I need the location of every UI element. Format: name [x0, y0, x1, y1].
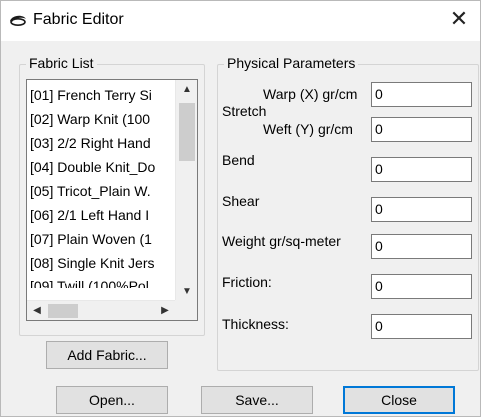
- shear-input[interactable]: 0: [371, 197, 472, 222]
- bend-label: Bend: [222, 152, 255, 168]
- vertical-scrollbar[interactable]: ▲ ▼: [175, 80, 197, 302]
- warp-label: Warp (X) gr/cm: [263, 86, 358, 102]
- weft-input[interactable]: 0: [371, 117, 472, 142]
- scrollbar-corner: [175, 300, 197, 320]
- list-item[interactable]: [01] French Terry Si: [27, 83, 175, 107]
- list-item[interactable]: [07] Plain Woven (1: [27, 227, 175, 251]
- thickness-label: Thickness:: [222, 316, 289, 332]
- list-item[interactable]: [09] Twill (100%Pol: [27, 275, 175, 288]
- stretch-label: Stretch: [222, 103, 267, 119]
- thickness-input[interactable]: 0: [371, 314, 472, 339]
- list-item[interactable]: [08] Single Knit Jers: [27, 251, 175, 275]
- shear-label: Shear: [222, 193, 260, 209]
- weight-label: Weight gr/sq-meter: [222, 233, 341, 249]
- open-button[interactable]: Open...: [56, 386, 168, 414]
- list-item[interactable]: [03] 2/2 Right Hand: [27, 131, 175, 155]
- vertical-scroll-thumb[interactable]: [179, 103, 195, 161]
- fabric-app-icon: [10, 15, 26, 26]
- list-item[interactable]: [05] Tricot_Plain W.: [27, 179, 175, 203]
- fabric-editor-dialog: Fabric Editor ✕ Fabric List [01] French …: [0, 0, 481, 417]
- warp-input[interactable]: 0: [371, 82, 472, 107]
- list-item[interactable]: [06] 2/1 Left Hand I: [27, 203, 175, 227]
- fabric-list-items: [01] French Terry Si [02] Warp Knit (100…: [27, 80, 175, 302]
- friction-input[interactable]: 0: [371, 274, 472, 299]
- scroll-down-icon[interactable]: ▼: [176, 282, 198, 302]
- weight-input[interactable]: 0: [371, 234, 472, 259]
- scroll-right-icon[interactable]: ▶: [155, 301, 175, 321]
- list-item[interactable]: [02] Warp Knit (100: [27, 107, 175, 131]
- scroll-up-icon[interactable]: ▲: [176, 80, 198, 100]
- title-bar[interactable]: Fabric Editor ✕: [1, 1, 480, 41]
- horizontal-scroll-thumb[interactable]: [48, 304, 78, 318]
- friction-label: Friction:: [222, 274, 272, 290]
- bend-input[interactable]: 0: [371, 157, 472, 182]
- scroll-left-icon[interactable]: ◀: [27, 301, 47, 321]
- list-item[interactable]: [04] Double Knit_Do: [27, 155, 175, 179]
- physical-parameters-legend: Physical Parameters: [224, 55, 359, 71]
- weft-label: Weft (Y) gr/cm: [263, 121, 353, 137]
- save-button[interactable]: Save...: [201, 386, 313, 414]
- window-title: Fabric Editor: [33, 11, 124, 28]
- fabric-listbox[interactable]: [01] French Terry Si [02] Warp Knit (100…: [26, 79, 198, 321]
- close-button[interactable]: Close: [343, 386, 455, 414]
- close-window-button[interactable]: ✕: [444, 5, 474, 35]
- add-fabric-button[interactable]: Add Fabric...: [46, 341, 168, 369]
- fabric-list-legend: Fabric List: [26, 55, 97, 71]
- close-icon: ✕: [449, 7, 469, 32]
- horizontal-scrollbar[interactable]: ◀ ▶: [27, 300, 175, 320]
